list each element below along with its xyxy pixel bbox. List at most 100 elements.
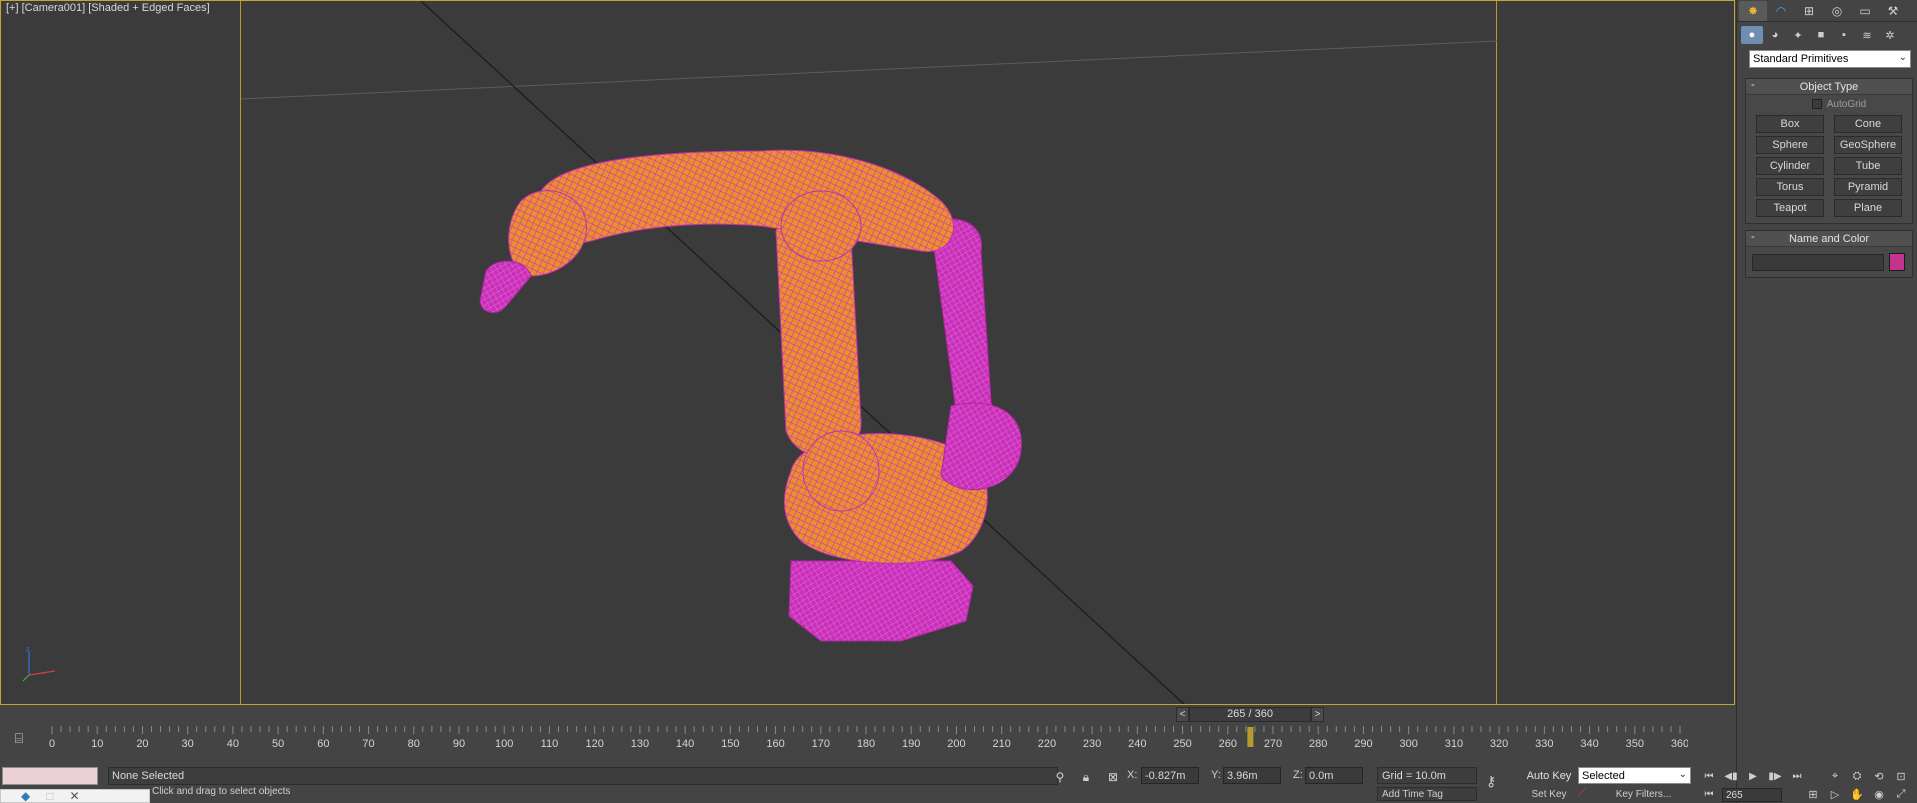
x-coordinate-field[interactable]: -0.827m xyxy=(1141,767,1199,784)
current-frame-marker[interactable] xyxy=(1247,727,1254,747)
geosphere-button[interactable]: GeoSphere xyxy=(1834,136,1902,154)
time-slider-thumb[interactable]: 265 / 360 xyxy=(1189,706,1311,722)
frame-ruler[interactable]: 0 10 20 30 40 50 60 70 80 90 100 110 120 130 140 150 160… xyxy=(48,724,1688,756)
modify-tab[interactable]: ◠ xyxy=(1767,1,1795,21)
app-icon: ◆ xyxy=(21,789,31,803)
y-coordinate-field[interactable]: 3.96m xyxy=(1223,767,1281,784)
robot-counterweight xyxy=(940,402,1022,491)
field-of-view-icon[interactable]: ⟲ xyxy=(1870,768,1888,784)
curve-editor-icon[interactable]: ⌸ xyxy=(8,729,30,747)
grid-size-display: Grid = 10.0m xyxy=(1377,767,1477,784)
torus-button[interactable]: Torus xyxy=(1756,178,1824,196)
robot-upper-arm xyxy=(536,149,954,252)
cylinder-button[interactable]: Cylinder xyxy=(1756,157,1824,175)
name-and-color-rollout-header[interactable]: - Name and Color xyxy=(1746,231,1912,247)
taskbar-fragment: ◆ □ ✕ xyxy=(0,789,150,803)
auto-key-button[interactable]: Auto Key xyxy=(1523,767,1575,784)
key-mode-dropdown[interactable]: Selected ⌄ xyxy=(1578,767,1691,784)
hierarchy-icon: ⊞ xyxy=(1803,4,1815,18)
time-slider-next-button[interactable]: > xyxy=(1311,706,1324,722)
object-color-swatch[interactable] xyxy=(1889,253,1905,271)
z-coordinate-field[interactable]: 0.0m xyxy=(1305,767,1363,784)
zoom-icon[interactable]: ⌖ xyxy=(1826,768,1844,784)
object-type-rollout: - Object Type AutoGrid Box Cone Sphere G… xyxy=(1745,78,1913,224)
selection-lock-icon[interactable]: 🔒︎ xyxy=(1078,769,1094,785)
ruler-tick-label: 130 xyxy=(631,738,649,750)
lights-tab[interactable]: ✦ xyxy=(1787,26,1809,44)
autogrid-checkbox[interactable] xyxy=(1811,99,1822,109)
go-to-end-icon[interactable]: ⏭ xyxy=(1788,768,1806,784)
pyramid-button[interactable]: Pyramid xyxy=(1834,178,1902,196)
ruler-tick-label: 40 xyxy=(227,738,239,750)
maximize-viewport-icon[interactable]: ⊡ xyxy=(1892,768,1910,784)
primitive-category-dropdown[interactable]: Standard Primitives ⌄ xyxy=(1749,50,1911,68)
next-frame-icon[interactable]: ▮▶ xyxy=(1766,768,1784,784)
collapse-toggle[interactable]: - xyxy=(1751,79,1755,91)
absolute-mode-icon[interactable]: ⊠ xyxy=(1105,769,1121,785)
robot-wrist xyxy=(508,190,587,277)
ruler-tick-label: 30 xyxy=(182,738,194,750)
dolly-icon[interactable]: ▷ xyxy=(1826,786,1844,802)
ruler-tick-label: 0 xyxy=(49,738,55,750)
motion-tab[interactable]: ◎ xyxy=(1823,1,1851,21)
zoom-all-icon[interactable]: ⛭ xyxy=(1848,768,1866,784)
hierarchy-tab[interactable]: ⊞ xyxy=(1795,1,1823,21)
shapes-tab[interactable]: ◕ xyxy=(1764,26,1786,44)
orbit-icon[interactable]: ◉ xyxy=(1870,786,1888,802)
isolate-selection-icon[interactable]: ⚲ xyxy=(1052,769,1068,785)
geometry-tab[interactable]: ● xyxy=(1741,26,1763,44)
object-type-rollout-header[interactable]: - Object Type xyxy=(1746,79,1912,95)
ruler-tick-label: 150 xyxy=(721,738,739,750)
zoom-extents-icon[interactable]: ⊞ xyxy=(1804,786,1822,802)
key-mode-icon[interactable]: ⏮ xyxy=(1700,786,1718,802)
teapot-button[interactable]: Teapot xyxy=(1756,199,1824,217)
ruler-tick-label: 350 xyxy=(1626,738,1644,750)
display-tab[interactable]: ▭ xyxy=(1851,1,1879,21)
plane-button[interactable]: Plane xyxy=(1834,199,1902,217)
ruler-tick-label: 160 xyxy=(766,738,784,750)
time-slider-prev-button[interactable]: < xyxy=(1176,706,1189,722)
viewport-label[interactable]: [+] [Camera001] [Shaded + Edged Faces] xyxy=(6,2,210,14)
tube-button[interactable]: Tube xyxy=(1834,157,1902,175)
ruler-tick-label: 260 xyxy=(1219,738,1237,750)
name-and-color-title: Name and Color xyxy=(1788,232,1870,245)
object-name-field[interactable] xyxy=(1752,253,1884,271)
geometry-icon: ● xyxy=(1748,29,1756,41)
previous-frame-icon[interactable]: ◀▮ xyxy=(1722,768,1740,784)
prompt-line: Click and drag to select objects xyxy=(152,786,291,797)
time-slider[interactable]: < 265 / 360 > xyxy=(1176,706,1324,722)
ruler-tick-label: 110 xyxy=(541,738,559,750)
trackbar[interactable]: ⌸ 0 10 20 30 40 50 60 70 80 90 100 110 120 130 140 150 1… xyxy=(0,724,1736,756)
maxscript-mini-listener[interactable] xyxy=(2,767,98,785)
cone-button[interactable]: Cone xyxy=(1834,115,1902,133)
add-time-tag-button[interactable]: Add Time Tag xyxy=(1377,787,1477,801)
ruler-tick-label: 90 xyxy=(453,738,465,750)
pan-hand-icon[interactable]: ✋ xyxy=(1848,786,1866,802)
camera-viewport[interactable]: [+] [Camera001] [Shaded + Edged Faces] z xyxy=(0,0,1735,705)
space-warps-tab[interactable]: ≋ xyxy=(1856,26,1878,44)
autogrid-option[interactable]: AutoGrid xyxy=(1746,95,1912,113)
systems-tab[interactable]: ✲ xyxy=(1879,26,1901,44)
play-icon[interactable]: ▶ xyxy=(1744,768,1762,784)
key-mode-toggle-icon[interactable]: ⟋ xyxy=(1578,787,1594,802)
create-tab[interactable]: ✸ xyxy=(1739,1,1767,21)
min-max-toggle-icon[interactable]: ⤢ xyxy=(1892,786,1910,802)
collapse-toggle[interactable]: - xyxy=(1751,231,1755,243)
cameras-tab[interactable]: ■ xyxy=(1810,26,1832,44)
sphere-button[interactable]: Sphere xyxy=(1756,136,1824,154)
z-label: Z: xyxy=(1293,769,1303,781)
box-button[interactable]: Box xyxy=(1756,115,1824,133)
name-row xyxy=(1746,247,1912,277)
go-to-start-icon[interactable]: ⏮ xyxy=(1700,768,1718,784)
close-icon[interactable]: ✕ xyxy=(69,789,79,803)
ruler-tick-label: 310 xyxy=(1445,738,1463,750)
helpers-tab[interactable]: ▪ xyxy=(1833,26,1855,44)
utilities-tab[interactable]: ⚒ xyxy=(1879,1,1907,21)
set-key-button[interactable]: Set Key xyxy=(1523,787,1575,802)
current-frame-field[interactable]: 265 xyxy=(1722,788,1782,802)
set-key-icon[interactable]: ⚷ xyxy=(1486,773,1516,789)
shapes-icon: ◕ xyxy=(1771,29,1779,41)
ruler-tick-label: 280 xyxy=(1309,738,1327,750)
key-filters-button[interactable]: Key Filters... xyxy=(1596,787,1691,802)
chevron-down-icon: ⌄ xyxy=(1678,769,1687,780)
